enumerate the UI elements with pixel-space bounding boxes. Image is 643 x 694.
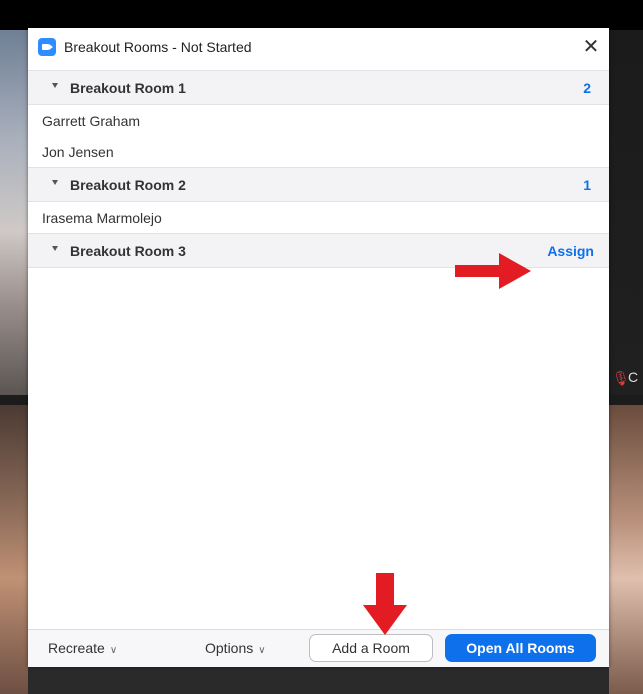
room-name: Breakout Room 1: [70, 80, 186, 96]
video-tile-right: [609, 30, 643, 395]
chevron-down-icon: ∨: [258, 645, 266, 656]
participant-row[interactable]: Jon Jensen: [28, 136, 609, 167]
video-tile-bottom-left: [0, 405, 28, 694]
options-dropdown[interactable]: Options ∨: [205, 640, 266, 656]
participant-name: Irasema Marmolejo: [42, 210, 162, 226]
breakout-rooms-dialog: Breakout Rooms - Not Started ✕ Breakout …: [28, 28, 609, 667]
annotation-arrow-right-icon: [455, 253, 531, 289]
participant-name-fragment: C: [628, 369, 639, 385]
recreate-label: Recreate: [48, 640, 105, 656]
add-room-button[interactable]: Add a Room: [309, 634, 433, 662]
room-header-2[interactable]: Breakout Room 2 1: [28, 167, 609, 202]
room-name: Breakout Room 2: [70, 177, 186, 193]
room-participant-count: 2: [583, 80, 591, 96]
assign-link[interactable]: Assign: [547, 243, 594, 259]
participant-name: Jon Jensen: [42, 144, 114, 160]
window-title: Breakout Rooms - Not Started: [64, 39, 252, 55]
annotation-arrow-down-icon: [363, 573, 407, 635]
video-tile-left: [0, 30, 28, 395]
chevron-down-icon: ∨: [109, 645, 118, 656]
open-all-rooms-button[interactable]: Open All Rooms: [445, 634, 596, 662]
close-button[interactable]: ✕: [579, 34, 603, 60]
zoom-camera-icon: [38, 38, 56, 56]
recreate-dropdown[interactable]: Recreate ∨: [48, 640, 117, 656]
room-header-1[interactable]: Breakout Room 1 2: [28, 70, 609, 105]
participant-row[interactable]: Irasema Marmolejo: [28, 202, 609, 233]
caret-down-icon[interactable]: [52, 246, 58, 251]
participant-name: Garrett Graham: [42, 113, 141, 129]
caret-down-icon[interactable]: [52, 83, 58, 88]
room-list: Breakout Room 1 2 Garrett Graham Jon Jen…: [28, 70, 609, 268]
options-label: Options: [205, 640, 254, 656]
room-participant-count: 1: [583, 177, 591, 193]
title-bar: Breakout Rooms - Not Started ✕: [28, 28, 609, 70]
room-name: Breakout Room 3: [70, 243, 186, 259]
caret-down-icon[interactable]: [52, 180, 58, 185]
dialog-footer: Recreate ∨ Options ∨ Add a Room Open All R…: [28, 629, 609, 667]
background-top: [0, 0, 643, 30]
video-tile-bottom-right: [609, 405, 643, 694]
participant-row[interactable]: Garrett Graham: [28, 105, 609, 136]
